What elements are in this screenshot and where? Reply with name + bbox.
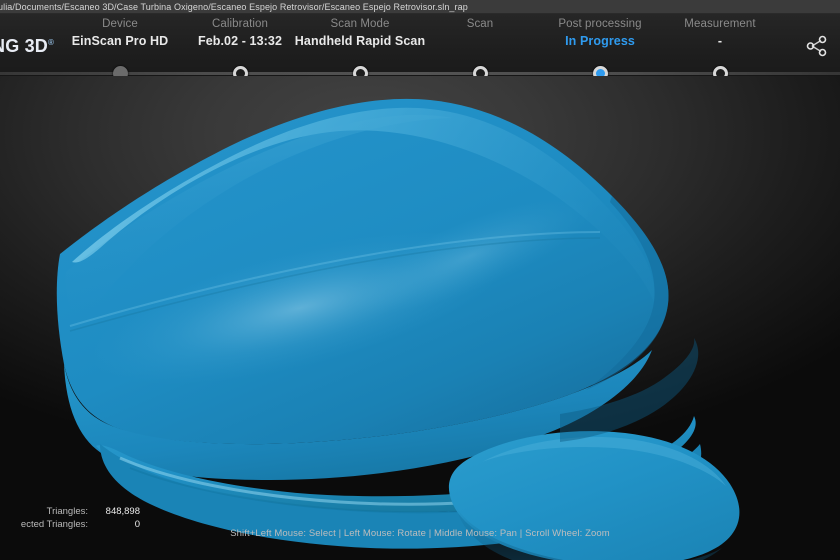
- workflow-step-label: Measurement: [684, 18, 756, 30]
- triangles-value: 848,898: [105, 506, 140, 517]
- 3d-viewport[interactable]: [0, 76, 840, 560]
- workflow-step-measurement[interactable]: Measurement -: [625, 14, 815, 60]
- workflow-steps: Device EinScan Pro HD Calibration Feb.02 - …: [0, 14, 840, 76]
- mouse-hint-text: Shift+Left Mouse: Select | Left Mouse: R…: [230, 528, 610, 539]
- triangles-label: Triangles:: [46, 506, 88, 517]
- workflow-step-value: -: [717, 34, 723, 48]
- einscan-app-window: ulia/Documents/Escaneo 3D/Case Turbina O…: [0, 0, 840, 560]
- file-path-text: ulia/Documents/Escaneo 3D/Case Turbina O…: [0, 1, 468, 12]
- share-icon[interactable]: [802, 32, 830, 60]
- scanned-mesh-model[interactable]: [0, 76, 840, 560]
- triangles-row: Triangles: 848,898: [0, 505, 140, 518]
- workflow-header: NG 3D® DeviceEinScan Pro HDCalibrationFe…: [0, 14, 840, 81]
- file-path-bar: ulia/Documents/Escaneo 3D/Case Turbina O…: [0, 0, 840, 14]
